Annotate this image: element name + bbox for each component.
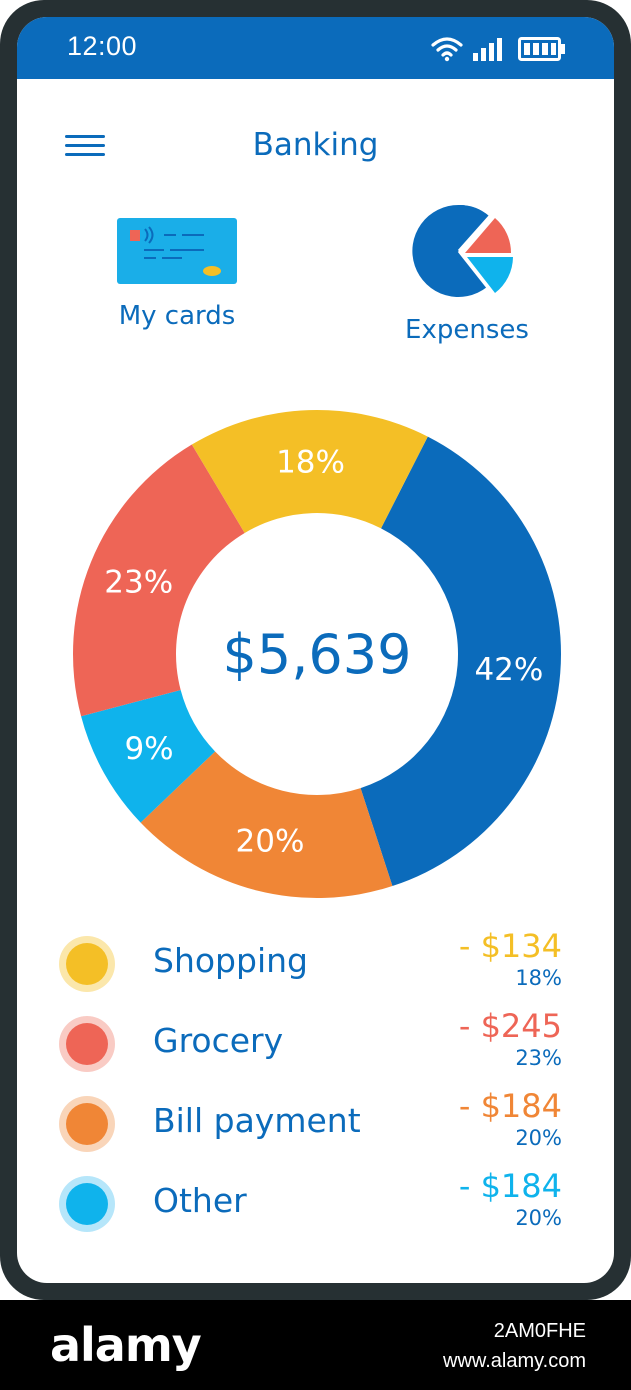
legend-row-bill-payment[interactable]: Bill payment - $184 20% xyxy=(17,1087,614,1157)
legend-percent: 20% xyxy=(515,1206,562,1230)
legend-amount: - $245 xyxy=(458,1007,562,1045)
legend-amount: - $184 xyxy=(458,1167,562,1205)
expenses-label: Expenses xyxy=(405,315,529,345)
other-dot-icon xyxy=(66,1183,108,1225)
shopping-dot-ring xyxy=(59,936,115,992)
donut-slice-label: 23% xyxy=(104,564,173,600)
phone-frame: 12:00 Banking My cards Expenses 42% 20% … xyxy=(0,0,631,1300)
donut-slice-label: 18% xyxy=(276,445,345,481)
status-time: 12:00 xyxy=(67,31,138,61)
expenses-button[interactable]: Expenses xyxy=(367,204,567,345)
my-cards-button[interactable]: My cards xyxy=(77,217,277,331)
legend-amount: - $184 xyxy=(458,1087,562,1125)
legend-percent: 20% xyxy=(515,1126,562,1150)
donut-slice-label: 9% xyxy=(124,731,173,767)
status-icons xyxy=(430,34,566,64)
donut-slice-label: 42% xyxy=(474,652,543,688)
bill-payment-dot-ring xyxy=(59,1096,115,1152)
grocery-dot-icon xyxy=(66,1023,108,1065)
legend-percent: 23% xyxy=(515,1046,562,1070)
wifi-icon xyxy=(431,37,463,62)
app-screen: 12:00 Banking My cards Expenses 42% 20% … xyxy=(17,17,614,1283)
watermark-logo: alamy xyxy=(50,1318,202,1372)
my-cards-label: My cards xyxy=(118,301,236,331)
legend-row-grocery[interactable]: Grocery - $245 23% xyxy=(17,1007,614,1077)
legend-category: Shopping xyxy=(153,941,308,980)
legend-row-other[interactable]: Other - $184 20% xyxy=(17,1167,614,1237)
shopping-dot-icon xyxy=(66,943,108,985)
watermark-url: www.alamy.com xyxy=(443,1350,586,1372)
pie-chart-icon xyxy=(412,204,513,297)
legend-category: Grocery xyxy=(153,1021,284,1060)
watermark-image-id: 2AM0FHE xyxy=(493,1320,586,1342)
donut-svg: 42% 20% 9% 23% 18% xyxy=(72,410,561,898)
legend-category: Bill payment xyxy=(153,1101,361,1140)
legend-row-shopping[interactable]: Shopping - $134 18% xyxy=(17,927,614,997)
legend-category: Other xyxy=(153,1181,247,1220)
credit-card-icon xyxy=(117,218,237,284)
signal-icon xyxy=(473,38,502,61)
battery-icon xyxy=(518,37,565,61)
grocery-dot-ring xyxy=(59,1016,115,1072)
legend-amount: - $134 xyxy=(458,927,562,965)
expenses-donut-chart: 42% 20% 9% 23% 18% $5,639 xyxy=(72,409,562,899)
page-title: Banking xyxy=(252,127,379,163)
donut-slice-label: 20% xyxy=(236,824,305,860)
status-bar: 12:00 xyxy=(17,17,614,79)
bill-payment-dot-icon xyxy=(66,1103,108,1145)
watermark-bar: alamy 2AM0FHE www.alamy.com xyxy=(0,1300,631,1390)
legend-percent: 18% xyxy=(515,966,562,990)
other-dot-ring xyxy=(59,1176,115,1232)
